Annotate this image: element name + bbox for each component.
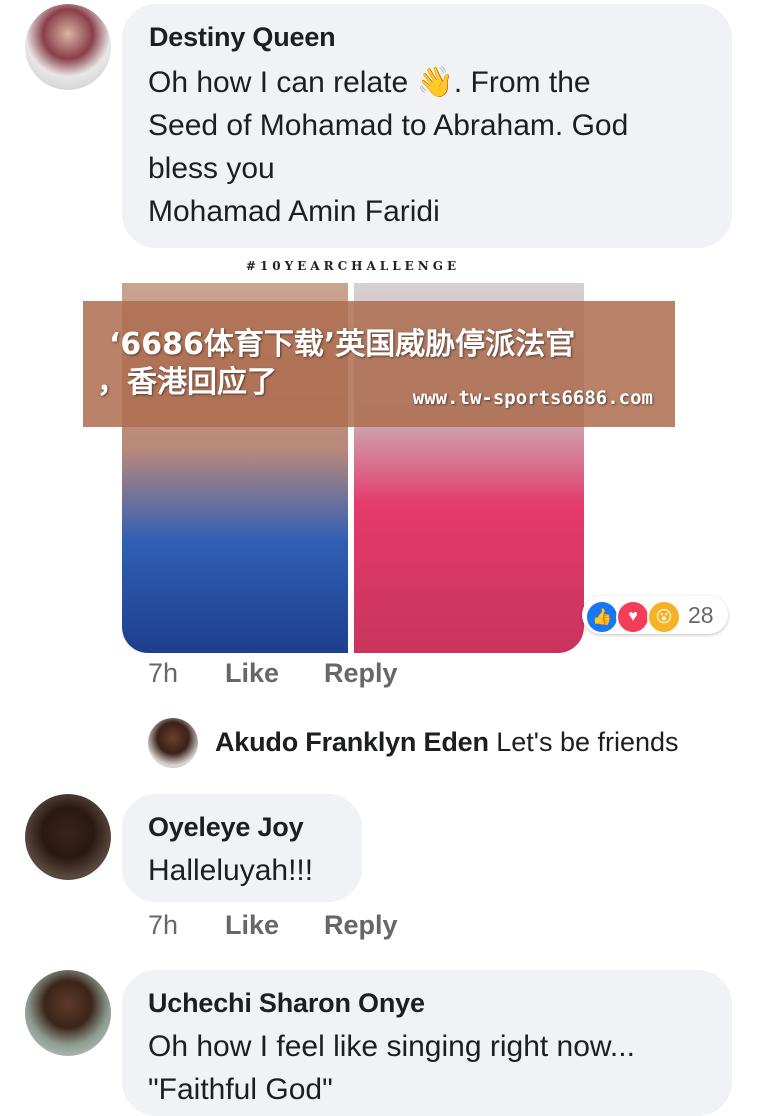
comment-author[interactable]: Uchechi Sharon Onye bbox=[148, 988, 425, 1019]
comment-author[interactable]: Oyeleye Joy bbox=[148, 812, 304, 843]
waving-hand-emoji: 👋 bbox=[416, 66, 454, 99]
comment-text: Oh how I can relate 👋. From the Seed of … bbox=[148, 61, 628, 233]
avatar-akudo-franklyn-eden[interactable] bbox=[148, 718, 198, 768]
like-button[interactable]: Like bbox=[225, 658, 279, 689]
avatar-destiny-queen[interactable] bbox=[25, 4, 111, 90]
comment-text: Oh how I feel like singing right now... … bbox=[148, 1025, 635, 1111]
comment-bubble-uchechi-sharon-onye: Uchechi Sharon Onye Oh how I feel like s… bbox=[122, 970, 732, 1116]
love-reaction-icon: ♥ bbox=[616, 600, 650, 634]
comment-text-line: Mohamad Amin Faridi bbox=[148, 195, 440, 228]
wow-reaction-icon: 😮 bbox=[647, 600, 681, 634]
overlay-banner: ‘6686体育下载’英国威胁停派法官 ，香港回应了 www.tw-sports6… bbox=[83, 301, 675, 427]
comment-time: 7h bbox=[148, 910, 179, 940]
reply-text: Let's be friends bbox=[496, 727, 679, 757]
comment-author[interactable]: Destiny Queen bbox=[149, 22, 336, 53]
avatar-uchechi-sharon-onye[interactable] bbox=[25, 970, 111, 1056]
banner-headline-continued: ，香港回应了 bbox=[97, 365, 277, 400]
like-button[interactable]: Like bbox=[225, 910, 279, 941]
banner-url: www.tw-sports6686.com bbox=[412, 387, 653, 409]
comment-text-line: Oh how I feel like singing right now... bbox=[148, 1030, 635, 1063]
reply-button[interactable]: Reply bbox=[324, 658, 398, 689]
avatar-oyeleye-joy[interactable] bbox=[25, 794, 111, 880]
comment-text-line: bless you bbox=[148, 152, 275, 185]
like-reaction-icon: 👍 bbox=[585, 600, 619, 634]
reaction-count: 28 bbox=[688, 602, 714, 628]
comment-text-line: . From the bbox=[453, 66, 591, 99]
comment-text: Halleluyah!!! bbox=[148, 854, 314, 887]
comment-time: 7h bbox=[148, 658, 179, 688]
comment-text-line: Seed of Mohamad to Abraham. God bbox=[148, 109, 629, 142]
reactions-summary[interactable]: 👍 ♥ 😮 28 bbox=[582, 596, 728, 634]
comment-text-line: Oh how I can relate bbox=[148, 66, 409, 99]
comment-bubble-oyeleye-joy: Oyeleye Joy Halleluyah!!! bbox=[122, 794, 362, 902]
reply-author[interactable]: Akudo Franklyn Eden bbox=[215, 727, 489, 757]
reply-preview[interactable]: Akudo Franklyn Eden Let's be friends bbox=[215, 727, 679, 758]
photo-header-text: #10YEARCHALLENGE bbox=[245, 259, 461, 273]
comment-bubble-destiny-queen: Destiny Queen Oh how I can relate 👋. Fro… bbox=[122, 4, 732, 248]
reply-button[interactable]: Reply bbox=[324, 910, 398, 941]
comment-text-line: "Faithful God" bbox=[148, 1073, 333, 1106]
